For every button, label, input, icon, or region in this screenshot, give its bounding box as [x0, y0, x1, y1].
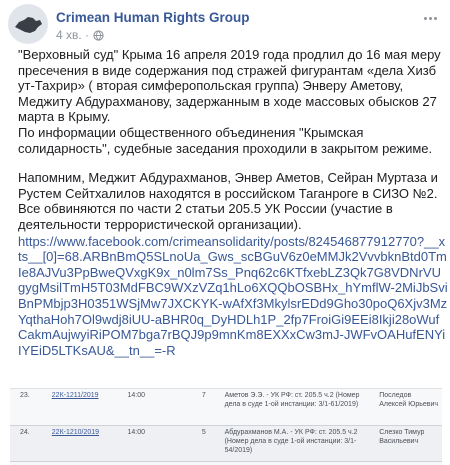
post-header: Crimean Human Rights Group 4 хв. · [8, 4, 442, 44]
post-paragraph-1: "Верховный суд" Крыма 16 апреля 2019 год… [18, 47, 441, 125]
facebook-post: Crimean Human Rights Group 4 хв. · "Верх… [0, 0, 450, 465]
case-number-link: 22К-1210/2019 [48, 425, 125, 462]
page-name[interactable]: Crimean Human Rights Group [56, 10, 250, 25]
crimea-map-avatar-icon [9, 5, 47, 43]
source-link[interactable]: https://www.facebook.com/crimeansolidari… [18, 234, 448, 359]
case-description: Абдурахманов М.А. - УК РФ: ст. 205.5 ч.2… [221, 425, 377, 462]
row-number: 23. [10, 389, 49, 426]
table-row: 23. 22К-1211/2019 14:00 7 Аметов Э.Э. - … [10, 389, 442, 426]
post-meta: 4 хв. · [56, 28, 104, 42]
judge-name: Слезко Тимур Васильевич [376, 425, 442, 462]
post-paragraph-2: По информации общественного объединения … [18, 124, 433, 156]
judge-name: Послед­ов Алексей Юрьевич [376, 389, 442, 426]
post-paragraph-3: Напомним, Меджит Абдурахманов, Энвер Аме… [18, 170, 438, 232]
case-description: Аметов Э.Э. - УК РФ: ст. 205.5 ч.2 (Номе… [221, 389, 377, 426]
courtroom-number: 7 [185, 389, 222, 426]
page-avatar[interactable] [8, 4, 48, 44]
globe-icon [93, 29, 104, 41]
attached-image-court-table[interactable]: 23. 22К-1211/2019 14:00 7 Аметов Э.Э. - … [10, 388, 442, 465]
row-number: 24. [10, 425, 49, 462]
court-schedule-table: 23. 22К-1211/2019 14:00 7 Аметов Э.Э. - … [10, 389, 442, 462]
hearing-time: 14:00 [124, 425, 186, 462]
post-body: "Верховный суд" Крыма 16 апреля 2019 год… [18, 47, 448, 358]
table-row: 24. 22К-1210/2019 14:00 5 Абдурахманов М… [10, 425, 442, 462]
case-number-link: 22К-1211/2019 [48, 389, 125, 426]
more-options-icon[interactable] [420, 10, 440, 26]
hearing-time: 14:00 [124, 389, 186, 426]
post-timestamp[interactable]: 4 хв. · [56, 28, 89, 42]
courtroom-number: 5 [185, 425, 222, 462]
